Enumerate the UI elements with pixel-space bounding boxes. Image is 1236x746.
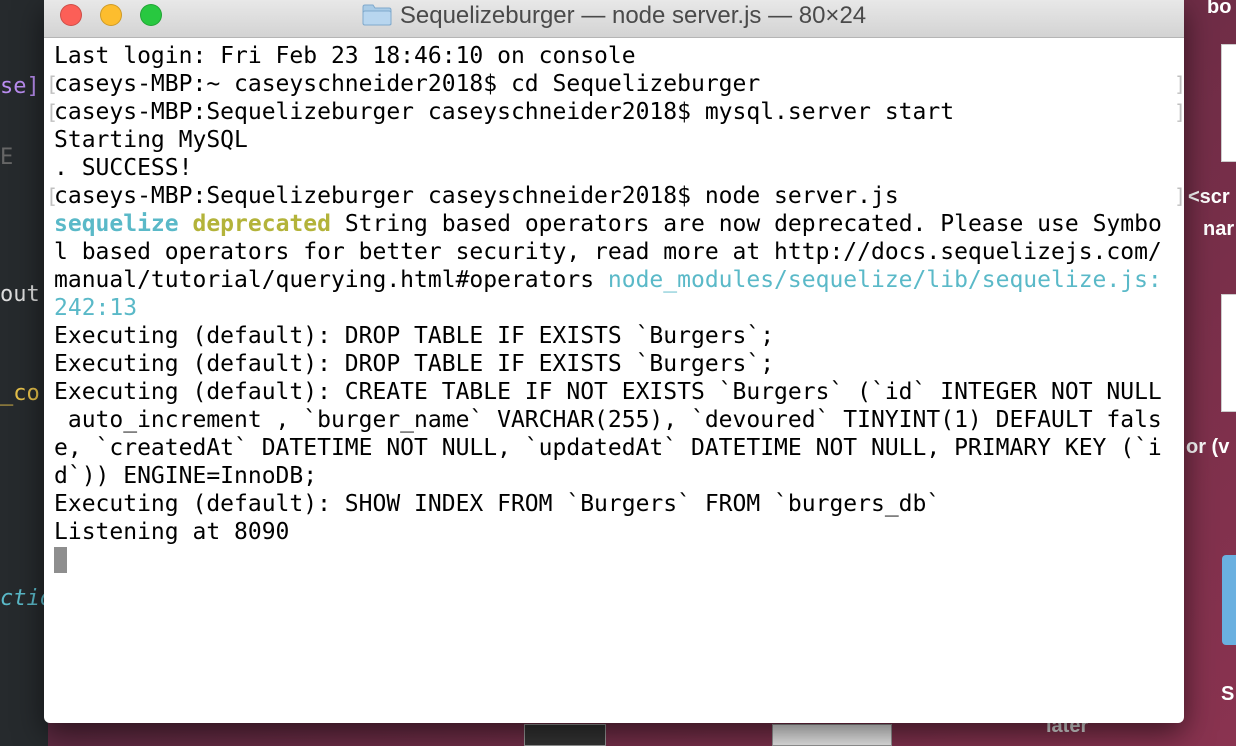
mark-bracket-left: [ xyxy=(46,100,59,124)
title-bar[interactable]: Sequelizeburger — node server.js — 80×24 xyxy=(44,0,1184,38)
terminal-content[interactable]: Last login: Fri Feb 23 18:46:10 on conso… xyxy=(46,42,1184,574)
window-title-area: Sequelizeburger — node server.js — 80×24 xyxy=(44,2,1184,30)
terminal-text: deprecated xyxy=(192,211,331,237)
terminal-line: . SUCCESS! xyxy=(54,154,1179,182)
mark-bracket-left: [ xyxy=(46,184,59,208)
mark-bracket-left: [ xyxy=(46,72,59,96)
terminal-text: caseys-MBP:Sequelizeburger caseyschneide… xyxy=(54,99,955,125)
terminal-line: manual/tutorial/querying.html#operators … xyxy=(54,266,1179,294)
editor-fragment: _co xyxy=(0,381,40,406)
terminal-line: auto_increment , `burger_name` VARCHAR(2… xyxy=(54,406,1179,434)
terminal-text: . SUCCESS! xyxy=(54,155,193,181)
desktop-label: bo xyxy=(1207,0,1232,18)
terminal-line: Starting MySQL xyxy=(54,126,1179,154)
editor-fragment: out: xyxy=(0,282,48,307)
terminal-text: manual/tutorial/querying.html#operators xyxy=(54,267,608,293)
terminal-prompt-line xyxy=(54,546,1179,574)
editor-fragment: E xyxy=(0,145,14,170)
terminal-line: l based operators for better security, r… xyxy=(54,238,1179,266)
desktop-label: or (v xyxy=(1186,436,1230,458)
terminal-text: 242:13 xyxy=(54,295,138,321)
terminal-line: e, `createdAt` DATETIME NOT NULL, `updat… xyxy=(54,434,1179,462)
desktop-file-thumbnail[interactable] xyxy=(1221,44,1236,162)
editor-fragment: se] xyxy=(0,74,40,99)
dock-window-thumbnail[interactable] xyxy=(772,724,892,746)
desktop-label: S xyxy=(1221,683,1235,705)
terminal-line: Listening at 8090 xyxy=(54,518,1179,546)
desktop-label: <scr xyxy=(1188,186,1230,208)
terminal-text: Executing (default): SHOW INDEX FROM `Bu… xyxy=(54,491,941,517)
terminal-line: Last login: Fri Feb 23 18:46:10 on conso… xyxy=(54,42,1179,70)
terminal-text: String based operators are now deprecate… xyxy=(330,211,1162,237)
folder-icon[interactable] xyxy=(1222,555,1236,645)
terminal-text: Last login: Fri Feb 23 18:46:10 on conso… xyxy=(54,43,636,69)
terminal-line: d`)) ENGINE=InnoDB; xyxy=(54,462,1179,490)
code-editor-background: se] E out: _co ctio xyxy=(0,0,48,746)
terminal-text: e, `createdAt` DATETIME NOT NULL, `updat… xyxy=(54,435,1162,461)
mark-bracket-right: ] xyxy=(1174,182,1184,210)
terminal-text: Starting MySQL xyxy=(54,127,248,153)
window-title: Sequelizeburger — node server.js — 80×24 xyxy=(399,2,867,29)
terminal-text: d`)) ENGINE=InnoDB; xyxy=(54,463,318,489)
terminal-line: [] caseys-MBP:~ caseyschneider2018$ cd Se… xyxy=(46,70,1184,98)
terminal-text: Executing (default): CREATE TABLE IF NOT… xyxy=(54,379,1162,405)
terminal-line: Executing (default): SHOW INDEX FROM `Bu… xyxy=(54,490,1179,518)
terminal-text: l based operators for better security, r… xyxy=(54,239,1162,265)
terminal-text: caseys-MBP:Sequelizeburger caseyschneide… xyxy=(54,183,899,209)
terminal-line: sequelize deprecated String based operat… xyxy=(54,210,1179,238)
terminal-line: Executing (default): DROP TABLE IF EXIST… xyxy=(54,350,1179,378)
terminal-text: caseys-MBP:~ caseyschneider2018$ cd Sequ… xyxy=(54,71,761,97)
text-cursor xyxy=(54,547,67,573)
desktop-file-thumbnail[interactable] xyxy=(1221,294,1236,412)
editor-fragment: ctio xyxy=(0,586,48,611)
desktop-label: nar xyxy=(1203,218,1235,240)
terminal-text: node_modules/sequelize/lib/sequelize.js: xyxy=(607,267,1162,293)
terminal-text: sequelize xyxy=(54,211,179,237)
terminal-text: Listening at 8090 xyxy=(54,519,290,545)
terminal-line: [] caseys-MBP:Sequelizeburger caseyschnei… xyxy=(46,98,1184,126)
mark-bracket-right: ] xyxy=(1174,70,1184,98)
terminal-text: Executing (default): DROP TABLE IF EXIST… xyxy=(54,351,775,377)
dock-window-thumbnail[interactable] xyxy=(524,724,606,746)
terminal-line: 242:13 xyxy=(54,294,1179,322)
terminal-line: Executing (default): DROP TABLE IF EXIST… xyxy=(54,322,1179,350)
folder-icon xyxy=(362,4,392,26)
terminal-text: Executing (default): DROP TABLE IF EXIST… xyxy=(54,323,775,349)
terminal-line: Executing (default): CREATE TABLE IF NOT… xyxy=(54,378,1179,406)
terminal-text: auto_increment , `burger_name` VARCHAR(2… xyxy=(54,407,1162,433)
terminal-line: [] caseys-MBP:Sequelizeburger caseyschnei… xyxy=(46,182,1184,210)
mark-bracket-right: ] xyxy=(1174,98,1184,126)
terminal-window: Sequelizeburger — node server.js — 80×24… xyxy=(44,0,1184,723)
